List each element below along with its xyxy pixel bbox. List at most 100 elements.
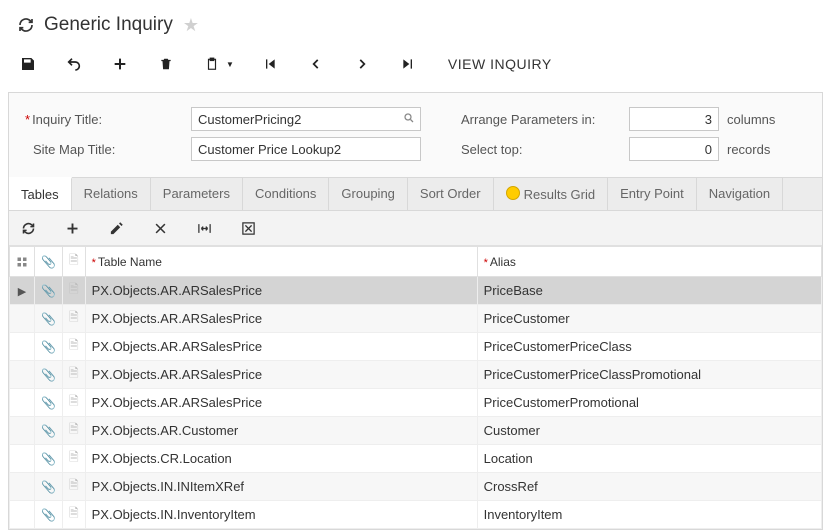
refresh-icon[interactable] xyxy=(18,17,34,33)
row-files-icon[interactable]: 📎 xyxy=(35,389,63,417)
next-button[interactable] xyxy=(352,54,372,74)
row-alias[interactable]: PriceCustomerPriceClass xyxy=(477,333,821,361)
table-row[interactable]: 📎🗎PX.Objects.AR.ARSalesPricePriceCustome… xyxy=(10,305,822,333)
add-button[interactable] xyxy=(110,54,130,74)
row-alias[interactable]: Customer xyxy=(477,417,821,445)
select-top-label: Select top: xyxy=(461,142,629,157)
tab-grouping[interactable]: Grouping xyxy=(329,178,407,210)
row-pointer xyxy=(10,389,35,417)
row-tablename[interactable]: PX.Objects.AR.Customer xyxy=(85,417,477,445)
row-pointer xyxy=(10,445,35,473)
row-notes-icon[interactable]: 🗎 xyxy=(62,277,85,305)
row-pointer xyxy=(10,305,35,333)
table-row[interactable]: 📎🗎PX.Objects.AR.ARSalesPricePriceCustome… xyxy=(10,361,822,389)
row-pointer xyxy=(10,417,35,445)
select-top-input[interactable] xyxy=(629,137,719,161)
row-notes-icon[interactable]: 🗎 xyxy=(62,389,85,417)
save-button[interactable] xyxy=(18,54,38,74)
grid-fit-button[interactable] xyxy=(195,219,213,237)
row-pointer: ▶ xyxy=(10,277,35,305)
inquiry-title-input[interactable] xyxy=(191,107,421,131)
table-row[interactable]: 📎🗎PX.Objects.IN.InventoryItemInventoryIt… xyxy=(10,501,822,529)
tabs-bar: TablesRelationsParametersConditionsGroup… xyxy=(9,177,822,210)
row-alias[interactable]: PriceCustomerPriceClassPromotional xyxy=(477,361,821,389)
col-tablename-header[interactable]: *Table Name xyxy=(85,247,477,277)
grid-export-button[interactable] xyxy=(239,219,257,237)
arrange-input[interactable] xyxy=(629,107,719,131)
row-notes-icon[interactable]: 🗎 xyxy=(62,501,85,529)
row-files-icon[interactable]: 📎 xyxy=(35,333,63,361)
row-files-icon[interactable]: 📎 xyxy=(35,305,63,333)
row-alias[interactable]: Location xyxy=(477,445,821,473)
col-alias-header[interactable]: *Alias xyxy=(477,247,821,277)
col-notes-header[interactable]: 🗎 xyxy=(62,247,85,277)
row-tablename[interactable]: PX.Objects.AR.ARSalesPrice xyxy=(85,305,477,333)
site-map-title-label: Site Map Title: xyxy=(19,142,191,157)
tab-results-grid[interactable]: Results Grid xyxy=(494,178,609,210)
row-notes-icon[interactable]: 🗎 xyxy=(62,361,85,389)
row-tablename[interactable]: PX.Objects.AR.ARSalesPrice xyxy=(85,361,477,389)
site-map-title-input[interactable] xyxy=(191,137,421,161)
tab-tables[interactable]: Tables xyxy=(9,177,72,210)
tab-relations[interactable]: Relations xyxy=(72,178,151,210)
row-alias[interactable]: PriceCustomerPromotional xyxy=(477,389,821,417)
row-notes-icon[interactable]: 🗎 xyxy=(62,333,85,361)
row-alias[interactable]: CrossRef xyxy=(477,473,821,501)
main-panel: *Inquiry Title: Arrange Parameters in: c… xyxy=(8,92,823,530)
row-tablename[interactable]: PX.Objects.AR.ARSalesPrice xyxy=(85,333,477,361)
tab-entry-point[interactable]: Entry Point xyxy=(608,178,697,210)
row-pointer xyxy=(10,501,35,529)
view-inquiry-button[interactable]: VIEW INQUIRY xyxy=(448,56,552,72)
row-tablename[interactable]: PX.Objects.AR.ARSalesPrice xyxy=(85,389,477,417)
row-tablename[interactable]: PX.Objects.IN.InventoryItem xyxy=(85,501,477,529)
row-tablename[interactable]: PX.Objects.CR.Location xyxy=(85,445,477,473)
undo-button[interactable] xyxy=(64,54,84,74)
col-selector-header[interactable] xyxy=(10,247,35,277)
row-files-icon[interactable]: 📎 xyxy=(35,445,63,473)
row-notes-icon[interactable]: 🗎 xyxy=(62,445,85,473)
row-tablename[interactable]: PX.Objects.AR.ARSalesPrice xyxy=(85,277,477,305)
grid-add-button[interactable] xyxy=(63,219,81,237)
select-top-unit: records xyxy=(719,142,770,157)
row-files-icon[interactable]: 📎 xyxy=(35,501,63,529)
tab-navigation[interactable]: Navigation xyxy=(697,178,783,210)
last-button[interactable] xyxy=(398,54,418,74)
table-row[interactable]: 📎🗎PX.Objects.AR.ARSalesPricePriceCustome… xyxy=(10,389,822,417)
grid-refresh-button[interactable] xyxy=(19,219,37,237)
arrange-unit: columns xyxy=(719,112,775,127)
table-row[interactable]: 📎🗎PX.Objects.AR.ARSalesPricePriceCustome… xyxy=(10,333,822,361)
row-files-icon[interactable]: 📎 xyxy=(35,361,63,389)
row-notes-icon[interactable]: 🗎 xyxy=(62,473,85,501)
row-pointer xyxy=(10,333,35,361)
prev-button[interactable] xyxy=(306,54,326,74)
favorite-icon[interactable]: ★ xyxy=(183,15,199,36)
row-files-icon[interactable]: 📎 xyxy=(35,417,63,445)
row-alias[interactable]: PriceCustomer xyxy=(477,305,821,333)
arrange-label: Arrange Parameters in: xyxy=(461,112,629,127)
row-files-icon[interactable]: 📎 xyxy=(35,277,63,305)
grid-delete-button[interactable] xyxy=(151,219,169,237)
inquiry-title-label: Inquiry Title: xyxy=(32,112,102,127)
table-row[interactable]: ▶📎🗎PX.Objects.AR.ARSalesPricePriceBase xyxy=(10,277,822,305)
row-notes-icon[interactable]: 🗎 xyxy=(62,417,85,445)
col-files-header[interactable]: 📎 xyxy=(35,247,63,277)
clipboard-dropdown-icon[interactable]: ▼ xyxy=(226,60,234,69)
page-title: Generic Inquiry xyxy=(44,14,173,36)
row-alias[interactable]: PriceBase xyxy=(477,277,821,305)
first-button[interactable] xyxy=(260,54,280,74)
tab-sort-order[interactable]: Sort Order xyxy=(408,178,494,210)
row-notes-icon[interactable]: 🗎 xyxy=(62,305,85,333)
grid-edit-button[interactable] xyxy=(107,219,125,237)
row-files-icon[interactable]: 📎 xyxy=(35,473,63,501)
row-pointer xyxy=(10,473,35,501)
row-pointer xyxy=(10,361,35,389)
clipboard-button[interactable] xyxy=(202,54,222,74)
delete-button[interactable] xyxy=(156,54,176,74)
table-row[interactable]: 📎🗎PX.Objects.IN.INItemXRefCrossRef xyxy=(10,473,822,501)
row-alias[interactable]: InventoryItem xyxy=(477,501,821,529)
table-row[interactable]: 📎🗎PX.Objects.AR.CustomerCustomer xyxy=(10,417,822,445)
tab-parameters[interactable]: Parameters xyxy=(151,178,243,210)
table-row[interactable]: 📎🗎PX.Objects.CR.LocationLocation xyxy=(10,445,822,473)
row-tablename[interactable]: PX.Objects.IN.INItemXRef xyxy=(85,473,477,501)
tab-conditions[interactable]: Conditions xyxy=(243,178,329,210)
